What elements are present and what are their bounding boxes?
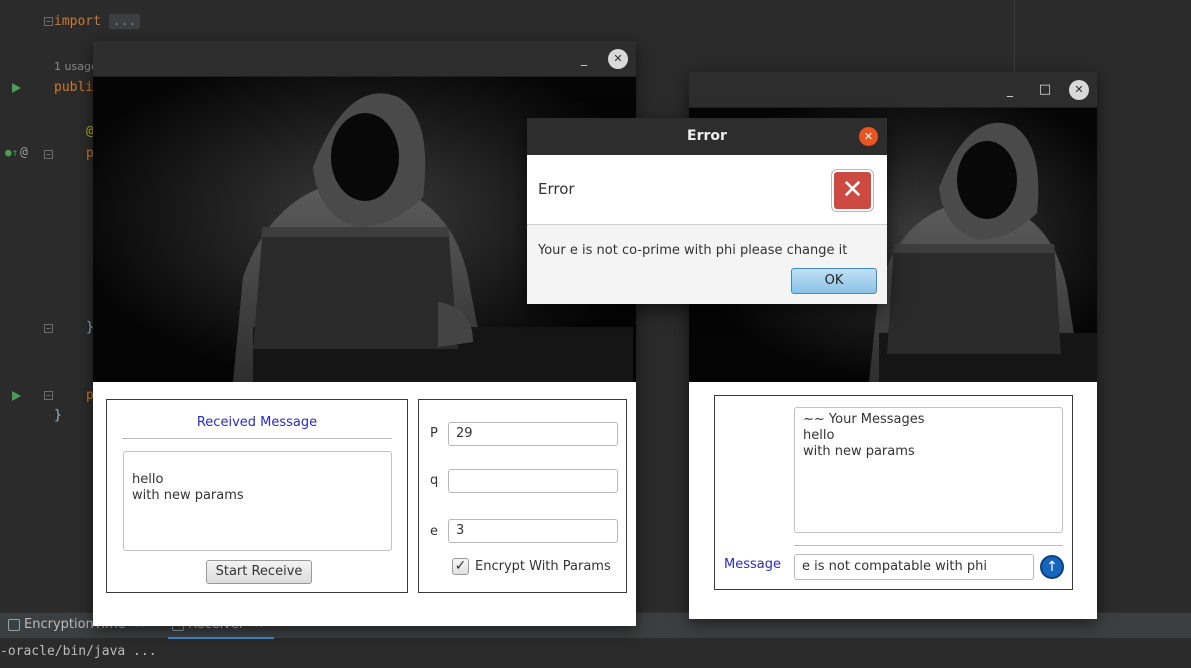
active-tab-indicator (168, 637, 274, 639)
annotation-gutter-icon[interactable]: @ (20, 145, 28, 160)
console-output: -oracle/bin/java ... (0, 644, 157, 659)
closing-brace: } (54, 408, 62, 423)
params-panel: P 29 q e 3 ✓ Encrypt With Params (418, 399, 627, 593)
run-icon[interactable] (12, 391, 21, 401)
received-message-title: Received Message (196, 415, 318, 430)
dialog-message: Your e is not co-prime with phi please c… (538, 243, 848, 258)
maximize-icon[interactable]: □ (1035, 80, 1055, 100)
chat-panel: ~~ Your Messages hello with new params M… (714, 395, 1073, 590)
import-line: import ... (54, 14, 141, 29)
fold-marker[interactable]: − (44, 17, 53, 26)
close-icon[interactable]: ✕ (1069, 80, 1089, 100)
close-icon[interactable]: ✕ (859, 127, 878, 146)
e-label: e (430, 524, 438, 539)
public-keyword: publi (54, 80, 94, 95)
fold-marker[interactable]: − (44, 150, 53, 159)
dialog-header-text: Error (538, 180, 575, 198)
fold-marker[interactable]: − (44, 391, 53, 400)
q-label: q (430, 473, 439, 488)
received-message-panel: Received Message hello with new params S… (106, 399, 408, 593)
fold-marker[interactable]: − (44, 324, 53, 333)
close-icon[interactable]: ✕ (608, 49, 628, 69)
send-icon[interactable]: ↑ (1040, 555, 1064, 579)
separator (794, 545, 1063, 546)
run-config-icon (8, 618, 20, 631)
override-gutter-icon[interactable]: ●↑ (5, 146, 18, 159)
import-keyword: import (54, 14, 101, 29)
usages-hint[interactable]: 1 usage (54, 60, 98, 73)
dialog-header: Error ✕ (527, 155, 887, 225)
encrypt-checkbox[interactable]: ✓ (452, 558, 469, 575)
minimize-icon[interactable]: _ (574, 49, 594, 69)
message-input[interactable]: e is not compatable with phi (794, 554, 1034, 580)
error-dialog: Error ✕ Error ✕ Your e is not co-prime w… (527, 118, 887, 304)
minimize-icon[interactable]: _ (1000, 80, 1020, 100)
separator (122, 438, 392, 439)
messages-area[interactable]: ~~ Your Messages hello with new params (794, 407, 1063, 533)
message-label: Message (724, 557, 781, 572)
import-folded[interactable]: ... (108, 14, 141, 29)
ok-button[interactable]: OK (791, 268, 877, 294)
sender-titlebar[interactable]: _ □ ✕ (689, 72, 1097, 108)
e-input[interactable]: 3 (448, 519, 618, 543)
start-receive-button[interactable]: Start Receive (206, 560, 312, 584)
p-label: P (430, 426, 438, 441)
dialog-title[interactable]: Error (527, 118, 887, 155)
p-input[interactable]: 29 (448, 422, 618, 446)
run-icon[interactable] (12, 83, 21, 93)
error-icon: ✕ (832, 170, 873, 211)
receiver-titlebar[interactable]: _ ✕ (93, 41, 636, 77)
q-input[interactable] (448, 469, 618, 493)
encrypt-checkbox-label[interactable]: Encrypt With Params (475, 559, 611, 574)
received-message-area[interactable]: hello with new params (123, 451, 392, 551)
